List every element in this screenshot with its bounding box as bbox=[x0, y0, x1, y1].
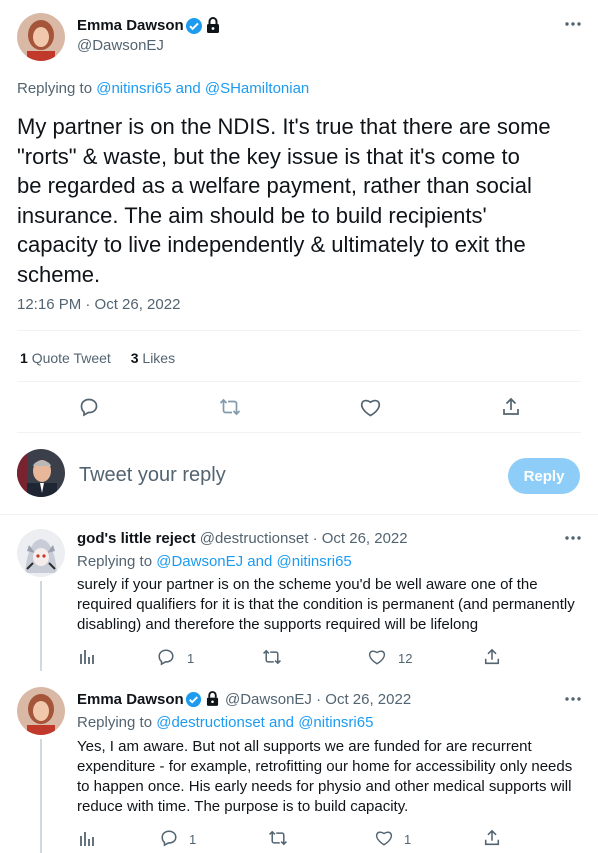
share-icon[interactable] bbox=[483, 829, 501, 847]
reply-text-line: Yes, I am aware. But not all supports we… bbox=[77, 738, 532, 755]
reply-author-name[interactable]: god's little reject bbox=[77, 530, 196, 547]
replying-prefix: Replying to bbox=[77, 714, 153, 731]
reply-avatar[interactable] bbox=[17, 687, 65, 735]
reply-text-line: expenditure - for example, retrofitting … bbox=[77, 758, 573, 775]
like-count: 1 bbox=[404, 832, 412, 847]
tweet-text-line: "rorts" & waste, but the key issue is th… bbox=[17, 143, 520, 169]
reply-text-line: disabling) and therefore the supports re… bbox=[77, 616, 479, 633]
quote-label: Quote Tweet bbox=[31, 350, 111, 366]
reply-header: Emma Dawson bbox=[77, 691, 184, 708]
tweet-timestamp[interactable]: 12:16 PM · Oct 26, 2022 bbox=[17, 296, 180, 313]
author-handle[interactable]: @DawsonEJ bbox=[77, 37, 164, 54]
replying-to: Replying to @nitinsri65 and @SHamiltonia… bbox=[17, 80, 309, 97]
reply-icon[interactable] bbox=[157, 648, 175, 666]
reply-date[interactable]: · Oct 26, 2022 bbox=[316, 691, 411, 708]
tweet-stats: 1 Quote Tweet 3 Likes bbox=[20, 350, 175, 366]
likes-link[interactable]: 3 Likes bbox=[131, 350, 175, 366]
reply-replying-to: Replying to @destructionset and @nitinsr… bbox=[77, 714, 373, 731]
like-count: 12 bbox=[398, 651, 413, 666]
replying-prefix: Replying to bbox=[17, 80, 93, 97]
reply-icon[interactable] bbox=[79, 397, 99, 417]
analytics-icon[interactable] bbox=[79, 649, 95, 665]
replying-to-links[interactable]: @nitinsri65 and @SHamiltonian bbox=[96, 80, 309, 97]
reply-text-line: reduce with time. The purpose is to buil… bbox=[77, 798, 409, 815]
tweet-text-line: be regarded as a welfare payment, rather… bbox=[17, 173, 532, 198]
lock-icon bbox=[206, 16, 220, 34]
reply-text: surely if your partner is on the scheme … bbox=[77, 575, 592, 635]
quote-count: 1 bbox=[20, 350, 28, 366]
like-count: 3 bbox=[130, 350, 139, 366]
divider bbox=[17, 432, 581, 433]
like-label: Likes bbox=[142, 350, 176, 366]
thread-connector bbox=[40, 739, 42, 853]
divider bbox=[17, 381, 581, 382]
reply-count: 1 bbox=[189, 832, 197, 847]
reply-icon[interactable] bbox=[160, 829, 178, 847]
reply-count: 1 bbox=[187, 651, 195, 666]
reply-author-handle[interactable]: @DawsonEJ bbox=[225, 691, 312, 708]
retweet-icon[interactable] bbox=[268, 830, 288, 846]
reply-header: god's little reject @destructionset · Oc… bbox=[77, 530, 408, 547]
lock-icon bbox=[206, 690, 219, 707]
replying-prefix: Replying to bbox=[77, 553, 153, 570]
current-user-avatar[interactable] bbox=[17, 449, 65, 497]
share-icon[interactable] bbox=[483, 648, 501, 666]
reply-avatar[interactable] bbox=[17, 529, 65, 577]
divider bbox=[0, 514, 598, 515]
author-avatar[interactable] bbox=[17, 13, 65, 61]
reply-input[interactable]: Tweet your reply bbox=[79, 464, 226, 487]
more-dots-icon[interactable] bbox=[564, 535, 582, 541]
replying-to-links[interactable]: @DawsonEJ and @nitinsri65 bbox=[156, 553, 352, 570]
quote-tweets-link[interactable]: 1 Quote Tweet bbox=[20, 350, 115, 366]
tweet-text-line: capacity to live independently & ultimat… bbox=[17, 232, 526, 257]
thread-connector bbox=[40, 581, 42, 671]
more-dots-icon[interactable] bbox=[564, 21, 582, 27]
divider bbox=[17, 330, 581, 331]
reply-text-line: to happen once. His early needs for phys… bbox=[77, 778, 572, 795]
verified-badge-icon bbox=[185, 691, 202, 708]
retweet-icon[interactable] bbox=[262, 649, 282, 665]
reply-author-handle[interactable]: @destructionset bbox=[200, 530, 309, 547]
author-name[interactable]: Emma Dawson bbox=[77, 17, 184, 34]
reply-replying-to: Replying to @DawsonEJ and @nitinsri65 bbox=[77, 553, 352, 570]
tweet-text: My partner is on the NDIS. It's true tha… bbox=[17, 112, 592, 289]
tweet-text-line: scheme. bbox=[17, 261, 101, 287]
tweet-text-line: My partner is on the NDIS. It's true tha… bbox=[17, 114, 551, 139]
replying-to-links[interactable]: @destructionset and @nitinsri65 bbox=[156, 714, 373, 731]
like-heart-icon[interactable] bbox=[360, 398, 381, 417]
verified-badge-icon bbox=[185, 17, 203, 35]
like-heart-icon[interactable] bbox=[368, 649, 386, 665]
reply-author-name[interactable]: Emma Dawson bbox=[77, 691, 184, 708]
reply-text-line: surely if your partner is on the scheme … bbox=[77, 576, 538, 593]
reply-text-line: required qualifiers for it is that the c… bbox=[77, 596, 575, 613]
reply-date[interactable]: · Oct 26, 2022 bbox=[313, 530, 408, 547]
more-dots-icon[interactable] bbox=[564, 696, 582, 702]
reply-text: Yes, I am aware. But not all supports we… bbox=[77, 737, 592, 817]
analytics-icon[interactable] bbox=[79, 831, 95, 847]
reply-header-meta: @DawsonEJ · Oct 26, 2022 bbox=[225, 691, 411, 708]
share-icon[interactable] bbox=[501, 397, 521, 417]
reply-button[interactable]: Reply bbox=[508, 458, 580, 494]
tweet-text-line: insurance. The aim should be to build re… bbox=[17, 202, 487, 228]
retweet-icon[interactable] bbox=[219, 398, 241, 416]
like-heart-icon[interactable] bbox=[375, 830, 393, 846]
